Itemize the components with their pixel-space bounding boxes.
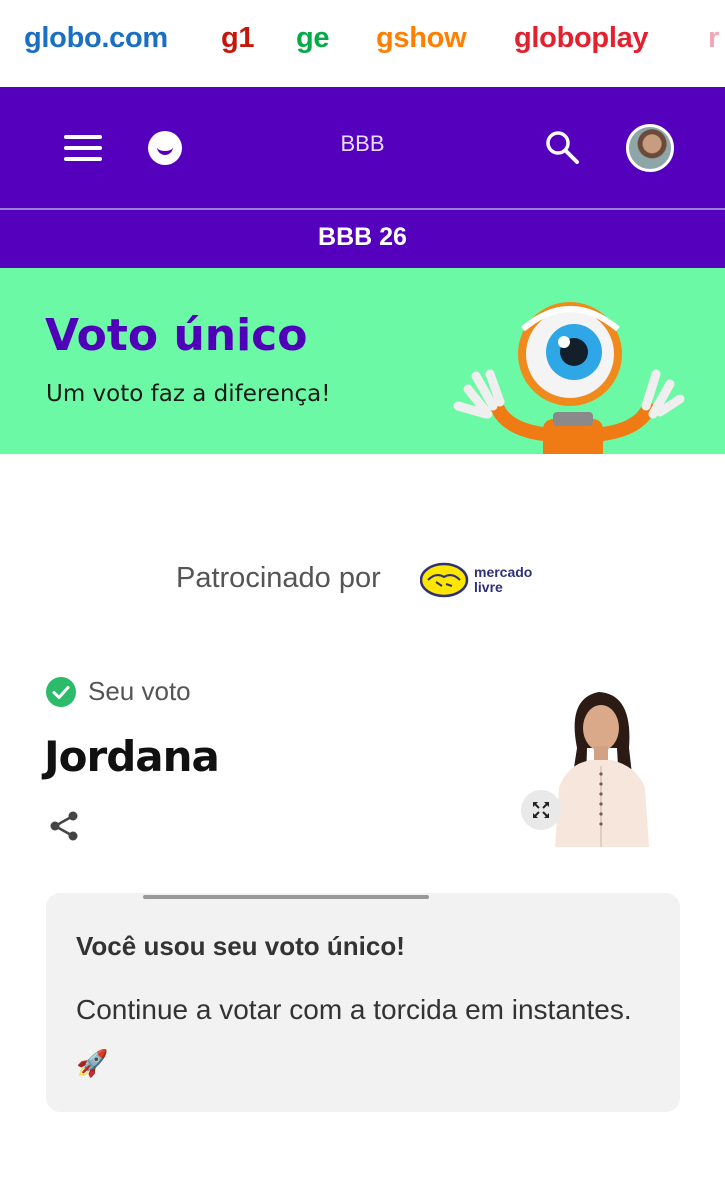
banner-subtitle: Um voto faz a diferença! — [46, 381, 331, 407]
big-brother-eye-mascot — [453, 302, 685, 454]
portal-link-globo[interactable]: globo.com — [24, 22, 168, 55]
portal-link-partial[interactable]: r — [708, 22, 719, 55]
subnav-bar: BBB 26 — [0, 210, 725, 268]
share-icon[interactable] — [47, 809, 81, 843]
sponsor-label: Patrocinado por — [176, 562, 381, 594]
portal-link-globoplay[interactable]: globoplay — [514, 22, 649, 55]
banner-title: Voto único — [45, 310, 308, 361]
header-title[interactable]: BBB — [0, 131, 725, 157]
vote-status-label: Seu voto — [88, 676, 191, 706]
site-header: BBB — [0, 87, 725, 208]
info-card-title: Você usou seu voto único! — [76, 931, 405, 961]
user-avatar[interactable] — [626, 124, 674, 172]
portal-nav-bar: globo.com g1 ge gshow globoplay r — [0, 0, 725, 87]
mercado-livre-wordmark: mercado livre — [474, 565, 532, 595]
rocket-icon: 🚀 — [76, 1048, 109, 1078]
portal-link-gshow[interactable]: gshow — [376, 22, 467, 55]
candidate-name: Jordana — [44, 732, 220, 781]
info-card-body: Continue a votar com a torcida em instan… — [76, 983, 636, 1090]
mercado-livre-line1: mercado — [474, 564, 533, 580]
candidate-photo — [537, 688, 667, 847]
portal-link-ge[interactable]: ge — [296, 22, 330, 55]
check-circle-icon — [46, 677, 76, 707]
voting-banner: Voto único Um voto faz a diferença! — [0, 268, 725, 454]
card-handle — [143, 895, 429, 899]
vote-info-card: Você usou seu voto único! Continue a vot… — [46, 893, 680, 1112]
mercado-livre-line2: livre — [474, 579, 503, 595]
search-icon[interactable] — [544, 129, 580, 165]
info-card-text: Continue a votar com a torcida em instan… — [76, 994, 632, 1025]
subnav-title[interactable]: BBB 26 — [0, 223, 725, 252]
expand-icon[interactable] — [521, 790, 561, 830]
portal-link-g1[interactable]: g1 — [221, 22, 255, 55]
